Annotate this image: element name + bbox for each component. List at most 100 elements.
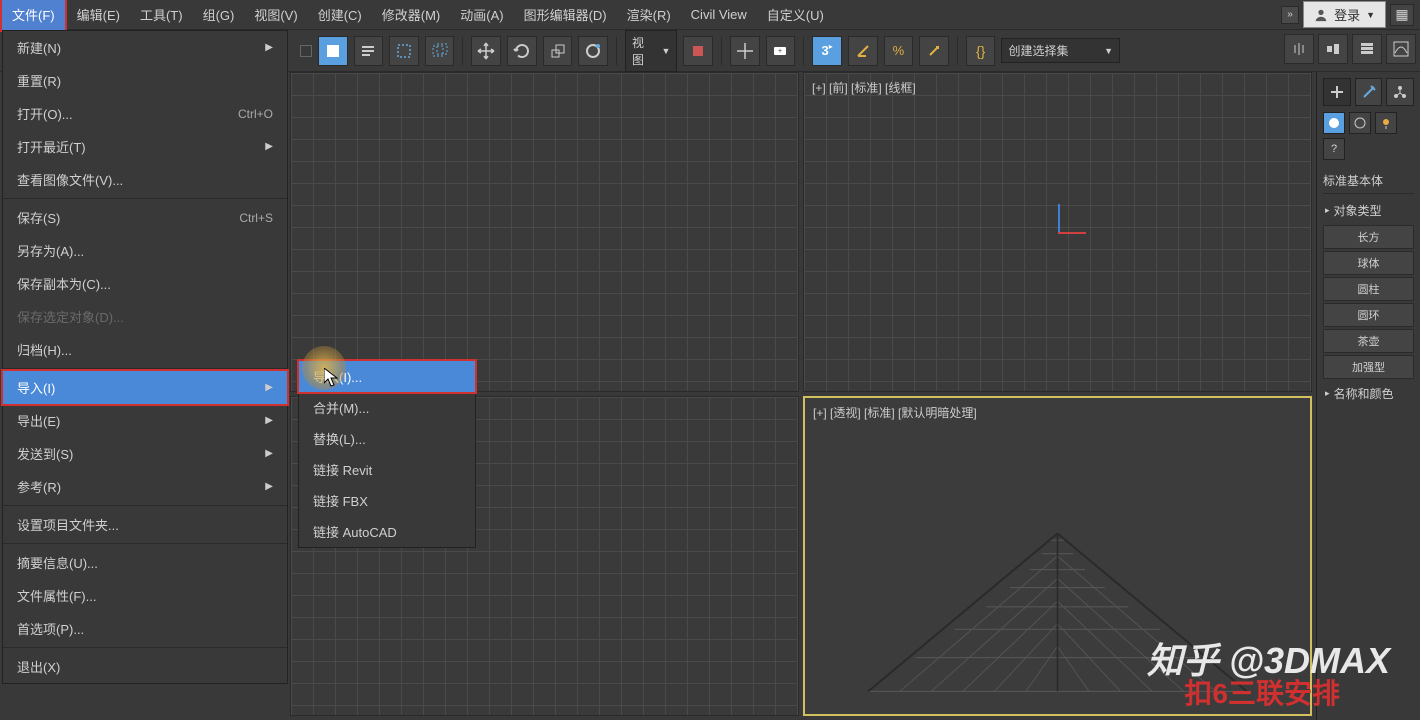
lights-category-button[interactable] [1375, 112, 1397, 134]
file-menu-item[interactable]: 导入(I)▶ [1, 369, 289, 406]
import-submenu-item[interactable]: 替换(L)... [299, 423, 475, 454]
rotate-button[interactable] [507, 36, 537, 66]
name-color-header[interactable]: 名称和颜色 [1323, 381, 1414, 406]
file-menu-item[interactable]: 设置项目文件夹... [3, 508, 287, 541]
primitive-button[interactable]: 圆柱 [1323, 277, 1414, 301]
primitive-button[interactable]: 长方 [1323, 225, 1414, 249]
file-menu-item-label: 归档(H)... [17, 340, 72, 359]
viewport-perspective[interactable]: [+] [透视] [标准] [默认明暗处理] [803, 396, 1312, 716]
create-tab[interactable] [1323, 78, 1351, 106]
file-menu-item[interactable]: 导出(E)▶ [3, 404, 287, 437]
file-menu-item[interactable]: 首选项(P)... [3, 612, 287, 645]
workspace-button[interactable]: ▦ [1390, 4, 1414, 26]
user-icon [1314, 8, 1328, 22]
angle-snap-button[interactable] [848, 36, 878, 66]
file-menu-item[interactable]: 摘要信息(U)... [3, 546, 287, 579]
perspective-background [805, 398, 1310, 714]
create-category-icons: ? [1323, 112, 1414, 160]
file-menu-item[interactable]: 保存(S)Ctrl+S [3, 201, 287, 234]
viewport-label[interactable]: [+] [透视] [标准] [默认明暗处理] [813, 404, 977, 421]
modify-tab[interactable] [1355, 78, 1383, 106]
menubar-overflow-button[interactable]: » [1281, 6, 1299, 24]
primitive-button[interactable]: 茶壶 [1323, 329, 1414, 353]
import-submenu-item[interactable]: 导入(I)... [297, 359, 477, 394]
file-menu-item: 保存选定对象(D)... [3, 300, 287, 333]
reference-coord-dropdown[interactable]: 视图▼ [625, 30, 677, 72]
file-menu-item[interactable]: 发送到(S)▶ [3, 437, 287, 470]
hierarchy-tab[interactable] [1386, 78, 1414, 106]
file-menu-item[interactable]: 新建(N)▶ [3, 31, 287, 64]
import-submenu-item[interactable]: 链接 FBX [299, 485, 475, 516]
primitive-button[interactable]: 加强型 [1323, 355, 1414, 379]
placement-button[interactable] [578, 36, 608, 66]
file-menu-item-label: 发送到(S) [17, 444, 73, 463]
layer-explorer-button[interactable] [1352, 34, 1382, 64]
menu-create[interactable]: 创建(C) [308, 0, 372, 30]
import-submenu-item[interactable]: 链接 AutoCAD [299, 516, 475, 547]
primitive-button[interactable]: 球体 [1323, 251, 1414, 275]
login-button[interactable]: 登录 ▼ [1303, 1, 1386, 28]
mirror-button[interactable] [1284, 34, 1314, 64]
viewport-top-left[interactable] [290, 72, 799, 392]
file-menu-item[interactable]: 文件属性(F)... [3, 579, 287, 612]
helpers-category-button[interactable]: ? [1323, 138, 1345, 160]
menu-rendering[interactable]: 渲染(R) [617, 0, 681, 30]
named-selection-sets-button[interactable]: {} [966, 36, 996, 66]
snap-toggle-button[interactable]: 3▸ [812, 36, 842, 66]
selection-set-dropdown[interactable]: 创建选择集▼ [1001, 38, 1120, 63]
menu-civil-view[interactable]: Civil View [681, 1, 757, 28]
file-menu-item[interactable]: 打开最近(T)▶ [3, 130, 287, 163]
window-crossing-button[interactable] [425, 36, 455, 66]
file-menu-item-label: 导入(I) [17, 378, 55, 397]
move-button[interactable] [471, 36, 501, 66]
manipulate-button[interactable] [730, 36, 760, 66]
geometry-category-button[interactable] [1323, 112, 1345, 134]
select-object-button[interactable] [318, 36, 348, 66]
toolbar-dropdown-arrow[interactable] [300, 45, 312, 57]
viewport-top-right[interactable]: [+] [前] [标准] [线框] [803, 72, 1312, 392]
toolbar-right-cluster [1284, 34, 1416, 64]
file-menu-item-label: 首选项(P)... [17, 619, 84, 638]
curve-editor-button[interactable] [1386, 34, 1416, 64]
use-pivot-center-button[interactable] [683, 36, 713, 66]
viewport-grid [291, 73, 798, 391]
viewport-label[interactable]: [+] [前] [标准] [线框] [812, 79, 916, 96]
menu-animation[interactable]: 动画(A) [450, 0, 513, 30]
file-menu-item[interactable]: 查看图像文件(V)... [3, 163, 287, 196]
file-menu-item[interactable]: 退出(X) [3, 650, 287, 683]
import-submenu-item[interactable]: 链接 Revit [299, 454, 475, 485]
file-menu-item-label: 新建(N) [17, 38, 61, 57]
menu-views[interactable]: 视图(V) [244, 0, 307, 30]
object-type-header[interactable]: 对象类型 [1323, 198, 1414, 223]
keyboard-shortcut-toggle[interactable]: + [766, 36, 796, 66]
plus-icon [1329, 84, 1345, 100]
menu-graph-editors[interactable]: 图形编辑器(D) [514, 0, 617, 30]
file-menu-item-label: 保存选定对象(D)... [17, 307, 124, 326]
menu-edit[interactable]: 编辑(E) [67, 0, 130, 30]
menu-modifiers[interactable]: 修改器(M) [372, 0, 451, 30]
primitive-button[interactable]: 圆环 [1323, 303, 1414, 327]
import-submenu-item[interactable]: 合并(M)... [299, 392, 475, 423]
shapes-category-button[interactable] [1349, 112, 1371, 134]
rectangular-selection-button[interactable] [389, 36, 419, 66]
file-menu-item[interactable]: 另存为(A)... [3, 234, 287, 267]
spinner-snap-button[interactable] [919, 36, 949, 66]
command-panel: ? 标准基本体 对象类型 长方球体圆柱圆环茶壶加强型 名称和颜色 [1316, 72, 1420, 720]
submenu-arrow-icon: ▶ [265, 481, 273, 492]
align-button[interactable] [1318, 34, 1348, 64]
menu-tools[interactable]: 工具(T) [130, 0, 193, 30]
file-menu-item[interactable]: 保存副本为(C)... [3, 267, 287, 300]
file-menu-item-label: 导出(E) [17, 411, 60, 430]
file-menu-item[interactable]: 参考(R)▶ [3, 470, 287, 503]
scale-button[interactable] [543, 36, 573, 66]
menu-customize[interactable]: 自定义(U) [757, 0, 834, 30]
select-by-name-button[interactable] [354, 36, 384, 66]
menu-file[interactable]: 文件(F) [0, 0, 67, 32]
percent-snap-button[interactable]: % [884, 36, 914, 66]
menu-group[interactable]: 组(G) [193, 0, 245, 30]
file-menu-item[interactable]: 打开(O)...Ctrl+O [3, 97, 287, 130]
file-menu-item[interactable]: 归档(H)... [3, 333, 287, 366]
file-menu-item[interactable]: 重置(R) [3, 64, 287, 97]
primitive-dropdown[interactable]: 标准基本体 [1323, 168, 1414, 194]
login-label: 登录 [1334, 5, 1360, 24]
